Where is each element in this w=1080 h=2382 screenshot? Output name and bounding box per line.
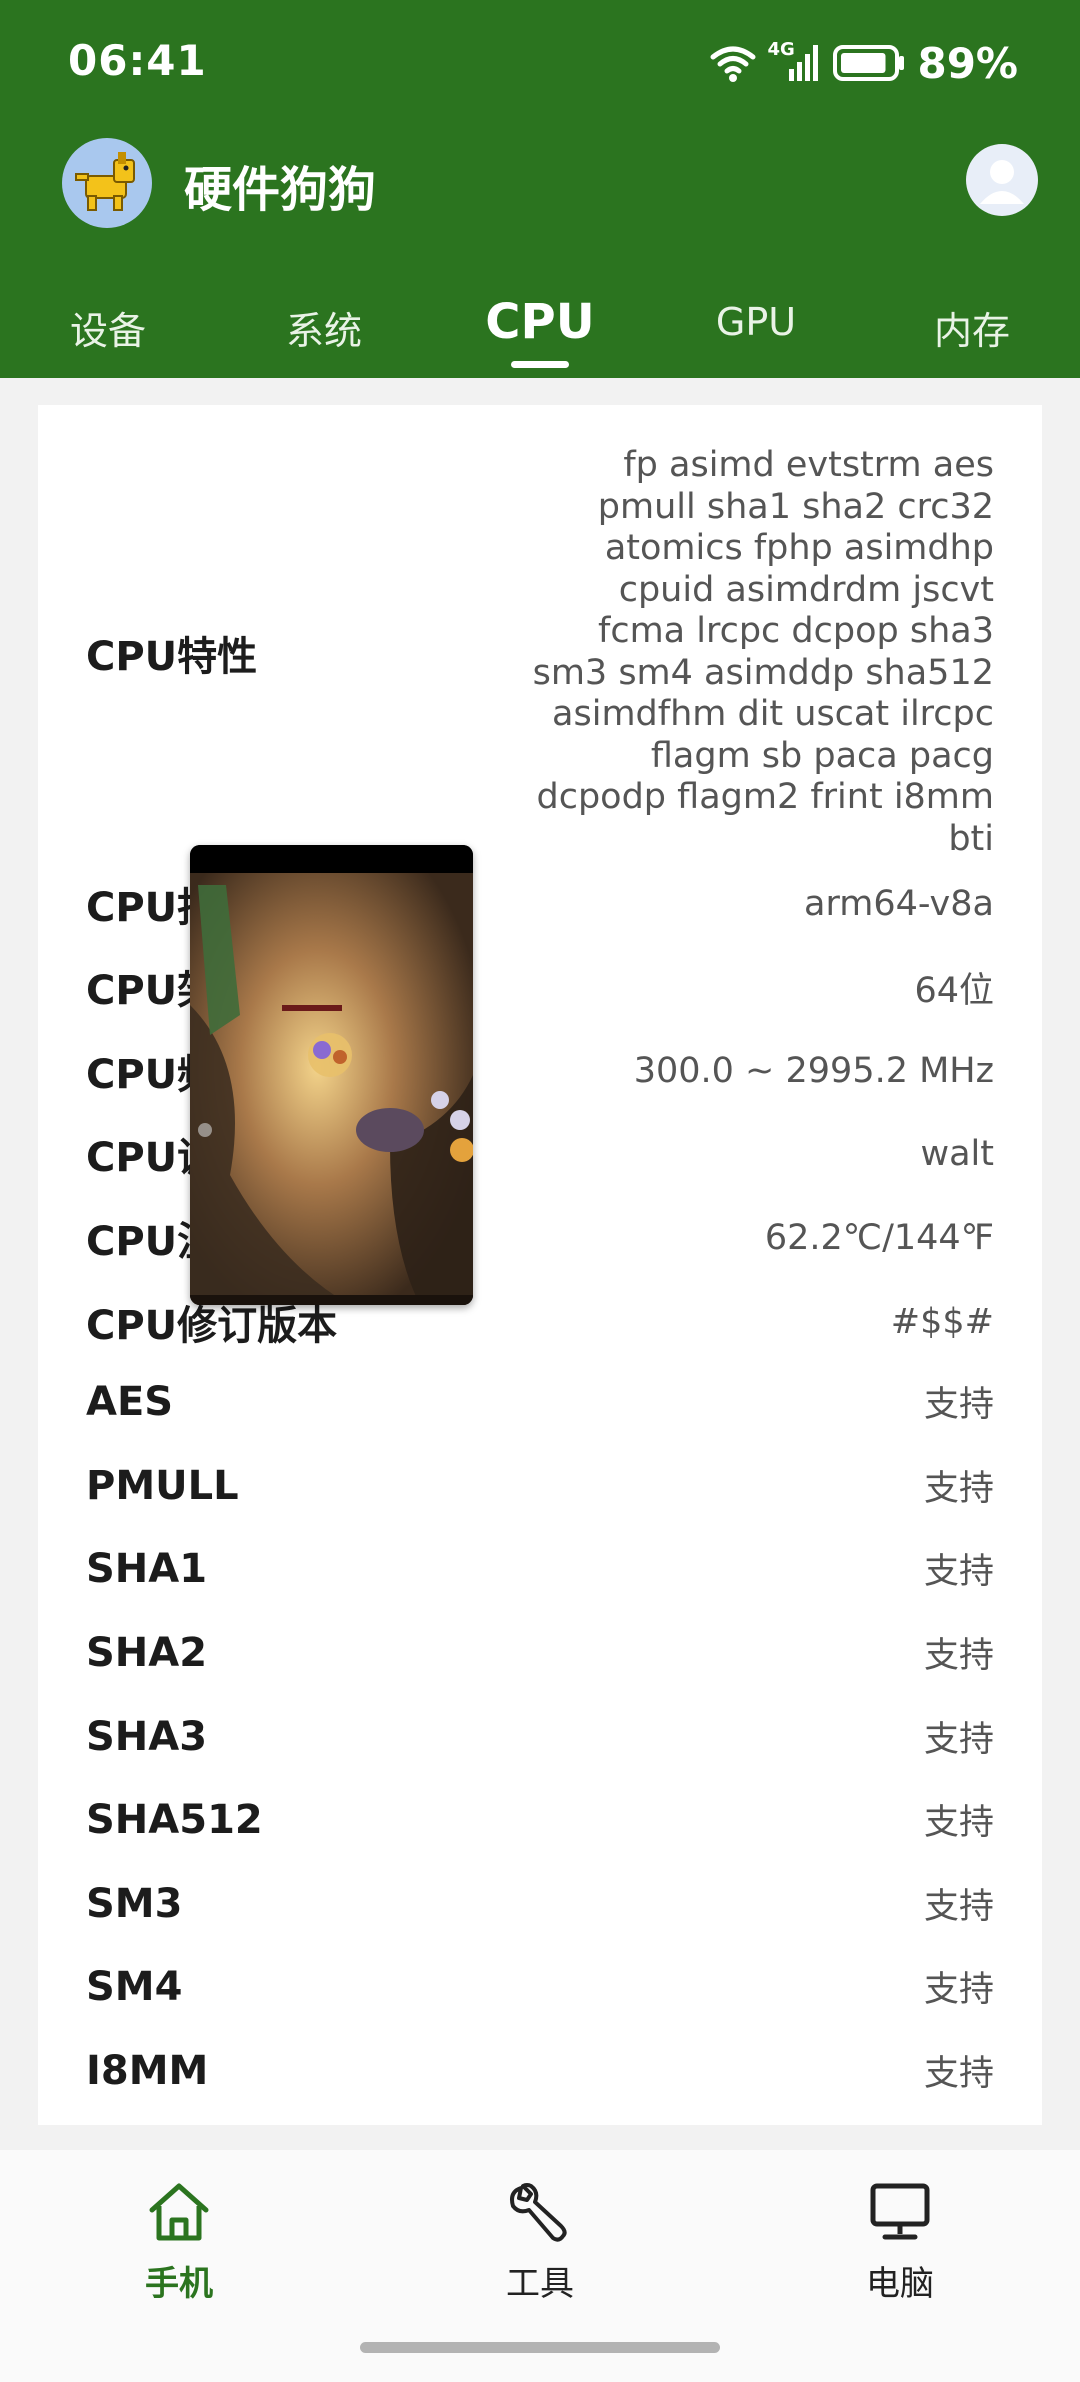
info-label: PMULL bbox=[86, 1462, 239, 1509]
nav-tools[interactable]: 工具 bbox=[440, 2180, 640, 2305]
user-avatar[interactable] bbox=[966, 144, 1038, 216]
info-value: 支持 bbox=[923, 1970, 994, 2010]
tab-cpu[interactable]: CPU bbox=[432, 290, 648, 378]
info-label: SHA1 bbox=[86, 1545, 208, 1592]
status-bar: 06:41 4G 89% bbox=[0, 0, 1080, 120]
info-label: SM4 bbox=[86, 1963, 183, 2010]
info-label: SHA512 bbox=[86, 1796, 263, 1843]
info-label: SHA2 bbox=[86, 1629, 208, 1676]
cpu-info-card: CPU特性 fp asimd evtstrm aes pmull sha1 sh… bbox=[38, 405, 1042, 2125]
app-title: 硬件狗狗 bbox=[184, 162, 377, 218]
top-tabs: 设备 系统 CPU GPU 内存 bbox=[0, 290, 1080, 378]
nav-label: 电脑 bbox=[866, 2264, 934, 2304]
wifi-icon bbox=[710, 46, 756, 82]
info-value: #$$# bbox=[890, 1302, 994, 1342]
info-value: walt bbox=[920, 1134, 994, 1174]
info-value: arm64-v8a bbox=[804, 884, 994, 924]
battery-icon bbox=[833, 45, 905, 81]
nav-label: 工具 bbox=[506, 2264, 574, 2304]
tab-system[interactable]: 系统 bbox=[216, 290, 432, 378]
info-label: AES bbox=[86, 1378, 174, 1425]
home-icon bbox=[149, 2183, 209, 2241]
info-row: PMULL 支持 bbox=[86, 1460, 994, 1511]
info-value: 支持 bbox=[923, 1803, 994, 1843]
info-value: 62.2℃/144℉ bbox=[764, 1218, 994, 1258]
nav-computer[interactable]: 电脑 bbox=[800, 2180, 1000, 2305]
app-bar: 硬件狗狗 bbox=[0, 130, 1080, 240]
tab-gpu[interactable]: GPU bbox=[648, 290, 864, 378]
pip-video-window[interactable] bbox=[190, 845, 473, 1305]
info-value: 支持 bbox=[923, 1469, 994, 1509]
status-time: 06:41 bbox=[68, 36, 207, 85]
info-value: 支持 bbox=[923, 1385, 994, 1425]
app-logo bbox=[62, 138, 152, 228]
info-row: SHA512 支持 bbox=[86, 1794, 994, 1845]
info-value: 支持 bbox=[923, 2054, 994, 2094]
app-header: 06:41 4G 89% 硬件狗狗 设备 系统 CPU GPU 内存 bbox=[0, 0, 1080, 378]
info-value: fp asimd evtstrm aes pmull sha1 sha2 crc… bbox=[532, 445, 994, 859]
tab-memory[interactable]: 内存 bbox=[864, 290, 1080, 378]
info-value: 300.0 ~ 2995.2 MHz bbox=[633, 1051, 994, 1091]
info-row: SHA3 支持 bbox=[86, 1711, 994, 1762]
nav-phone[interactable]: 手机 bbox=[79, 2180, 279, 2305]
info-label: SHA3 bbox=[86, 1713, 208, 1760]
tab-device[interactable]: 设备 bbox=[0, 290, 216, 378]
battery-percent: 89% bbox=[917, 38, 1018, 88]
info-value: 支持 bbox=[923, 1552, 994, 1592]
info-row: SM4 支持 bbox=[86, 1961, 994, 2012]
nav-label: 手机 bbox=[145, 2264, 213, 2304]
info-row-cpu-features: CPU特性 fp asimd evtstrm aes pmull sha1 sh… bbox=[86, 445, 994, 860]
info-value: 支持 bbox=[923, 1720, 994, 1760]
status-icons: 4G 89% bbox=[709, 38, 1018, 88]
info-row: SM3 支持 bbox=[86, 1878, 994, 1929]
info-value: 64位 bbox=[914, 970, 994, 1011]
info-value: 支持 bbox=[923, 1636, 994, 1676]
info-label: CPU特性 bbox=[86, 633, 258, 680]
info-row: SHA2 支持 bbox=[86, 1627, 994, 1678]
home-indicator-bar[interactable] bbox=[360, 2342, 720, 2353]
info-value: 支持 bbox=[923, 1887, 994, 1927]
info-row: AES 支持 bbox=[86, 1376, 994, 1427]
monitor-icon bbox=[870, 2183, 930, 2240]
game-scene-image bbox=[190, 845, 473, 1305]
signal-icon: 4G bbox=[767, 39, 823, 83]
info-label: I8MM bbox=[86, 2047, 209, 2094]
info-row: I8MM 支持 bbox=[86, 2045, 994, 2096]
info-label: SM3 bbox=[86, 1880, 183, 1927]
user-icon bbox=[980, 160, 1024, 204]
wrench-icon bbox=[510, 2183, 567, 2242]
info-row: SHA1 支持 bbox=[86, 1543, 994, 1594]
dog-icon bbox=[75, 152, 135, 211]
